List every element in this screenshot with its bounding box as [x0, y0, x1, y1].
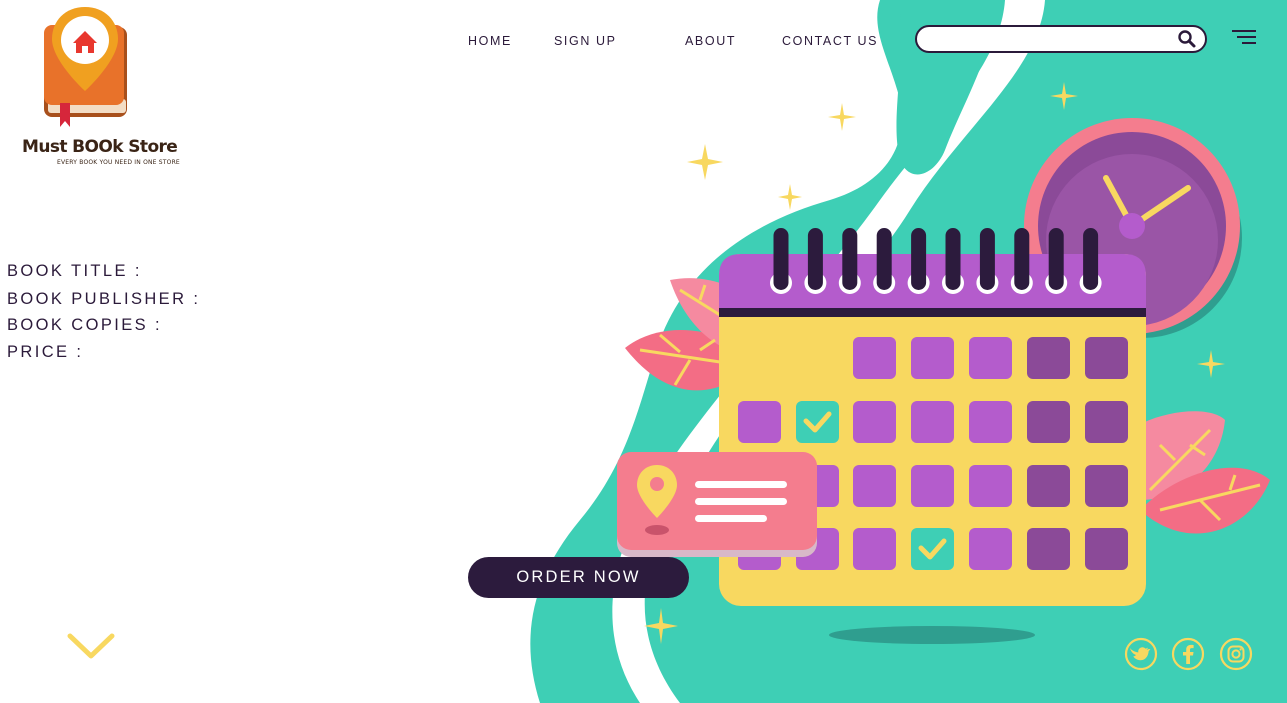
scroll-down-button[interactable] — [66, 630, 116, 662]
nav-contact-link[interactable]: CONTACT US — [782, 34, 878, 48]
calendar-day — [853, 337, 896, 379]
calendar-spiral — [773, 228, 789, 290]
calendar-day — [1027, 465, 1070, 507]
book-publisher-label: BOOK PUBLISHER : — [7, 290, 201, 308]
calendar-day — [1027, 401, 1070, 443]
calendar-day — [969, 401, 1012, 443]
nav-home-link[interactable]: HOME — [468, 34, 512, 48]
calendar-day — [1085, 465, 1128, 507]
facebook-icon — [1171, 637, 1205, 671]
calendar-day — [1085, 528, 1128, 570]
calendar-spiral — [842, 228, 858, 290]
calendar-day — [853, 465, 896, 507]
hamburger-menu-icon — [1232, 30, 1256, 44]
calendar-spiral — [807, 228, 823, 290]
brand-name: Must BOOk Store — [22, 137, 178, 157]
calendar-day — [969, 465, 1012, 507]
instagram-icon — [1219, 637, 1253, 671]
menu-button[interactable] — [1230, 28, 1258, 48]
book-title-label: BOOK TITLE : — [7, 262, 142, 280]
calendar-spiral — [1014, 228, 1030, 290]
calendar-day-checked — [911, 528, 954, 570]
calendar-day — [1027, 337, 1070, 379]
calendar-shadow — [829, 626, 1035, 644]
calendar-day — [1085, 337, 1128, 379]
order-now-button[interactable]: ORDER NOW — [468, 557, 689, 598]
twitter-link[interactable] — [1124, 637, 1158, 671]
calendar-day-checked — [796, 401, 839, 443]
calendar-spiral — [979, 228, 995, 290]
calendar-day — [969, 528, 1012, 570]
instagram-link[interactable] — [1219, 637, 1253, 671]
calendar-spiral — [1048, 228, 1064, 290]
twitter-icon — [1124, 637, 1158, 671]
calendar-day — [911, 401, 954, 443]
calendar-spiral — [1083, 228, 1099, 290]
calendar-day — [853, 528, 896, 570]
book-copies-label: BOOK COPIES : — [7, 316, 162, 334]
search-bar — [915, 25, 1207, 53]
calendar-day — [911, 465, 954, 507]
calendar-day — [1085, 401, 1128, 443]
calendar-day — [853, 401, 896, 443]
search-button[interactable] — [1175, 28, 1199, 50]
chevron-down-icon — [67, 633, 115, 659]
facebook-link[interactable] — [1171, 637, 1205, 671]
calendar-day — [911, 337, 954, 379]
search-input[interactable] — [929, 30, 1173, 52]
calendar-day — [1027, 528, 1070, 570]
calendar-day — [738, 401, 781, 443]
location-card — [617, 452, 817, 557]
nav-about-link[interactable]: ABOUT — [685, 34, 736, 48]
store-logo[interactable]: Must BOOk Store EVERY BOOK YOU NEED IN O… — [10, 5, 190, 166]
search-icon — [1178, 30, 1196, 48]
calendar-spiral — [945, 228, 961, 290]
nav-signup-link[interactable]: SIGN UP — [554, 34, 617, 48]
price-label: PRICE : — [7, 343, 84, 361]
calendar-spiral — [911, 228, 927, 290]
calendar-spiral — [876, 228, 892, 290]
brand-tagline: EVERY BOOK YOU NEED IN ONE STORE — [57, 159, 180, 166]
calendar-day — [969, 337, 1012, 379]
